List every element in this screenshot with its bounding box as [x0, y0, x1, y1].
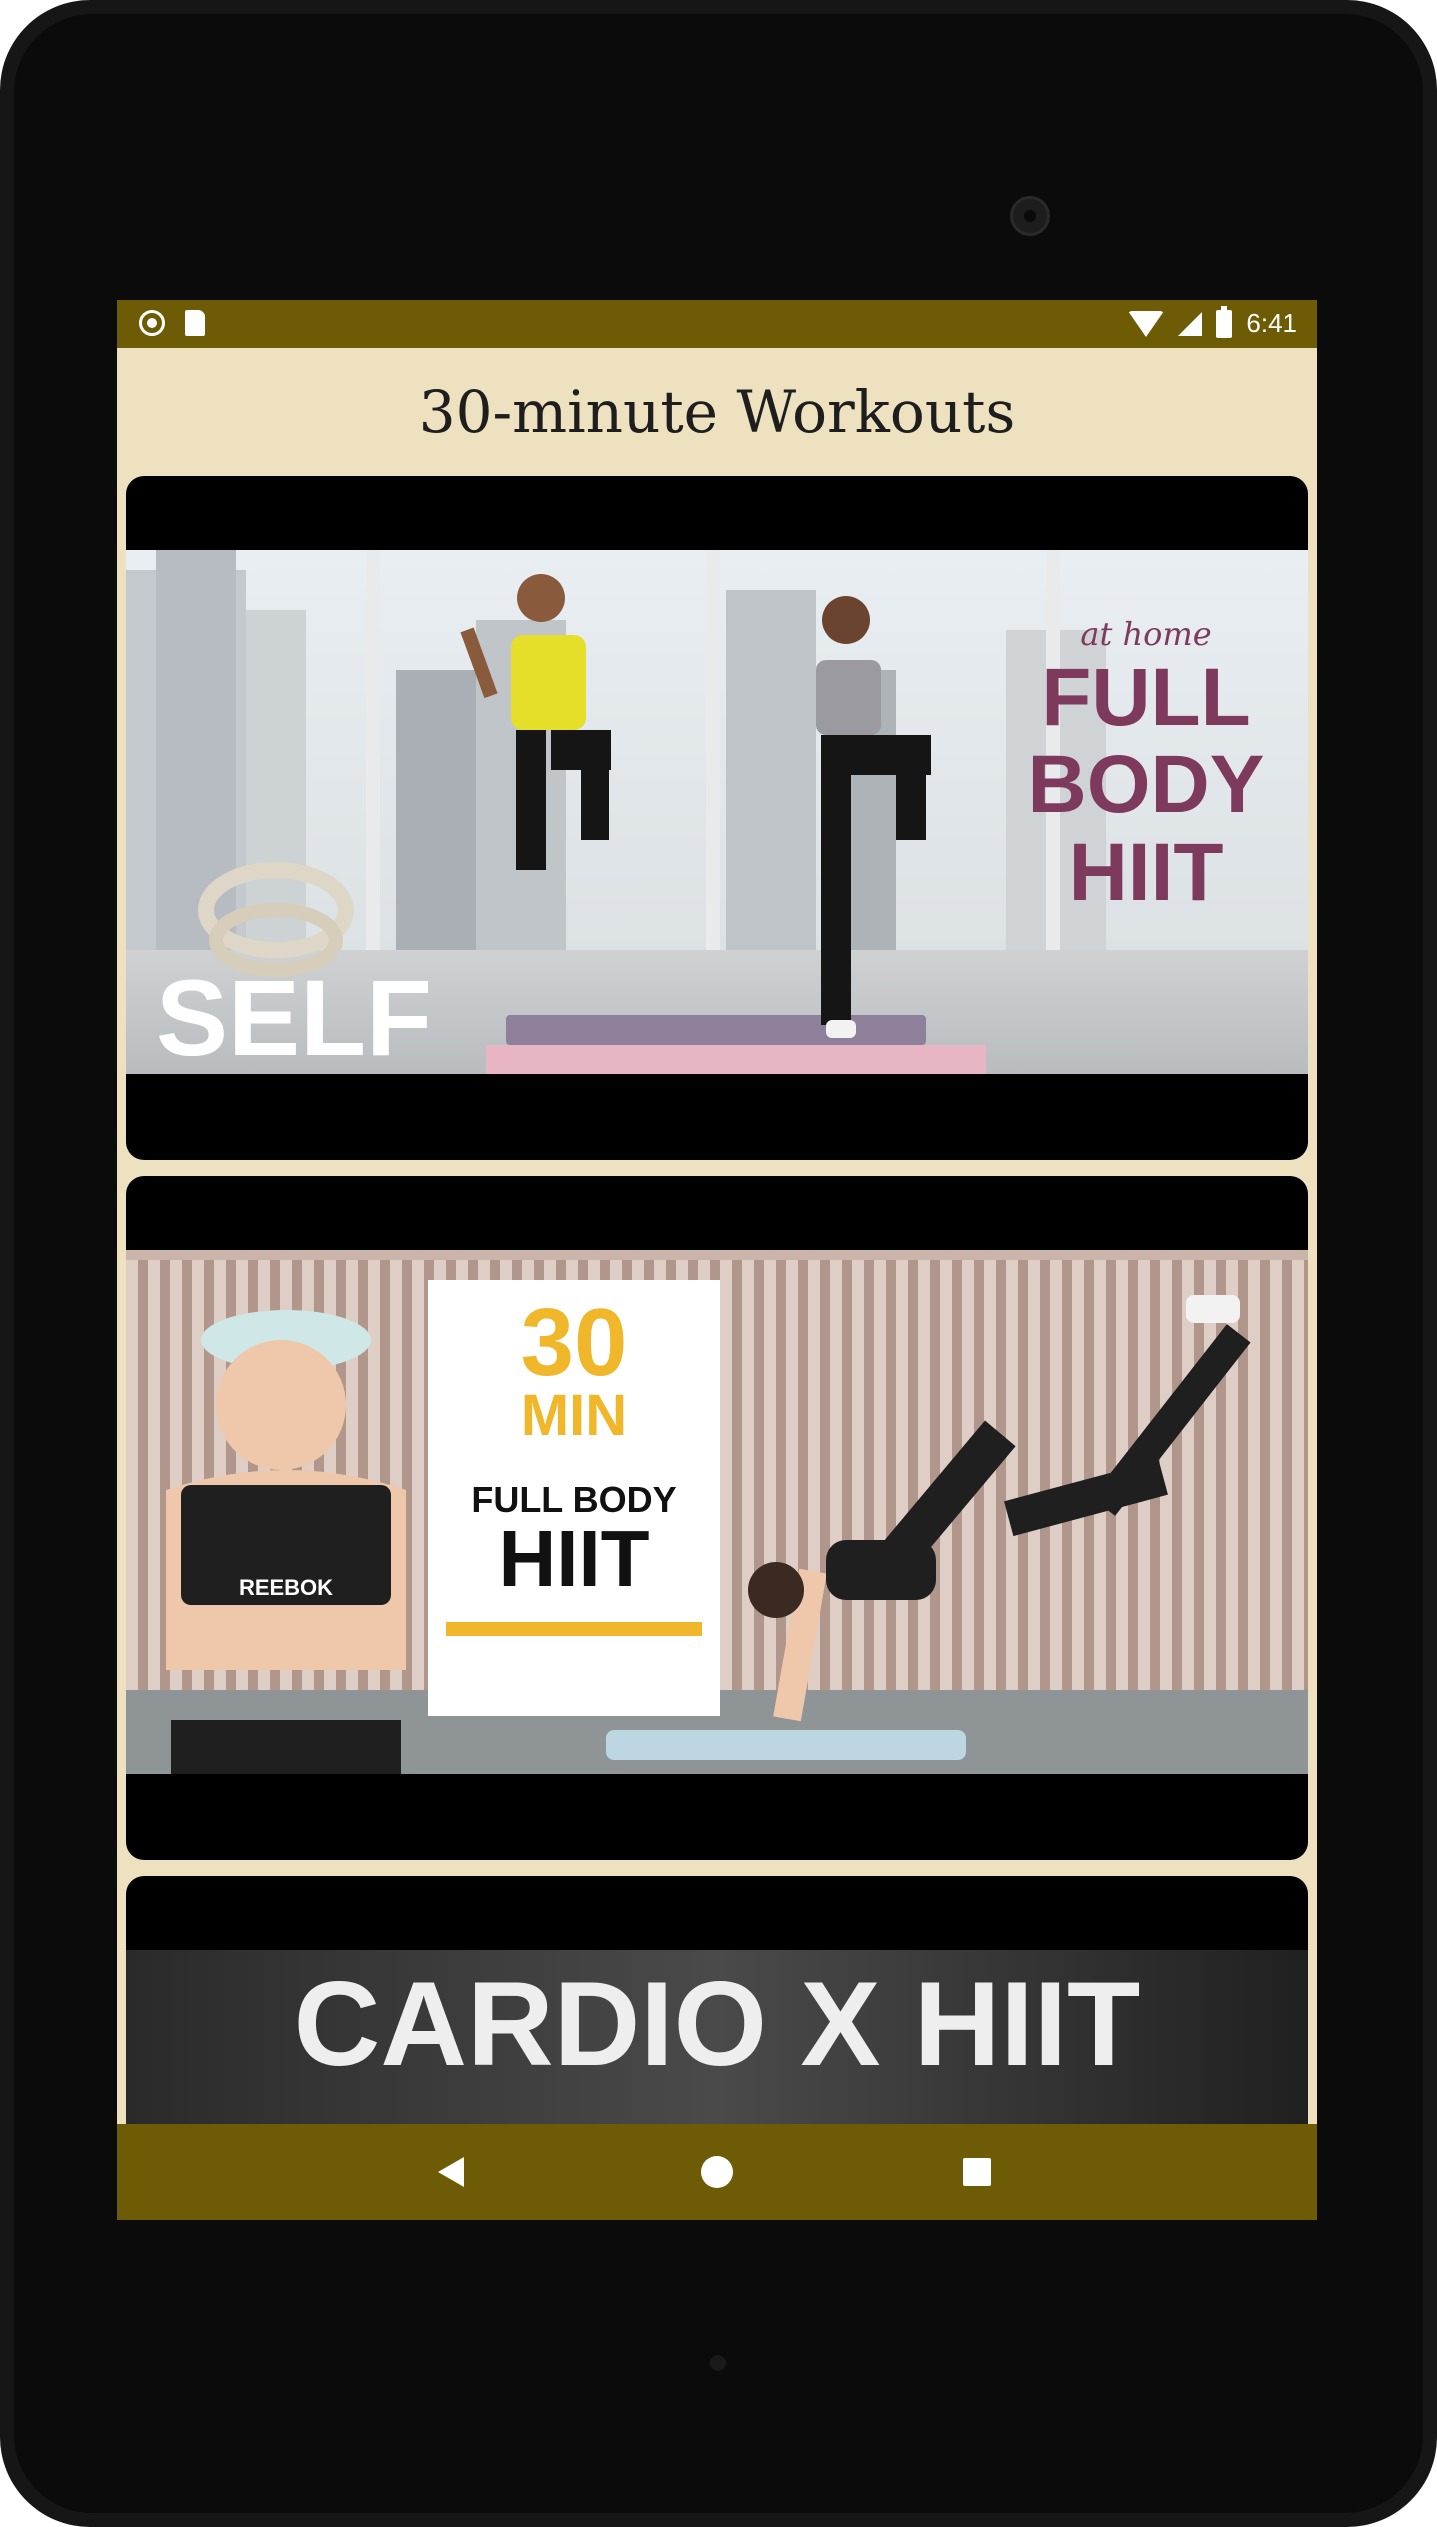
status-bar: 6:41	[117, 300, 1317, 348]
tablet-frame: 6:41 30-minute Workouts at home FULL BOD…	[0, 0, 1437, 2527]
thumbnail-title: CARDIO X HIIT	[294, 1957, 1141, 2091]
apparel-text: REEBOK	[239, 1575, 333, 1600]
thumbnail-number: 30	[521, 1289, 628, 1396]
thumbnail-brand: SELF	[156, 957, 432, 1074]
workout-list[interactable]: at home FULL BODY HIIT SELF REEBOK 30 MI…	[126, 476, 1308, 2124]
back-button[interactable]	[429, 2150, 473, 2194]
workout-card-full-body-hiit[interactable]: at home FULL BODY HIIT SELF	[126, 476, 1308, 1160]
home-button[interactable]	[695, 2150, 739, 2194]
signal-icon	[1178, 311, 1203, 336]
page-title: 30-minute Workouts	[418, 378, 1016, 446]
workout-thumbnail[interactable]: at home FULL BODY HIIT SELF	[126, 550, 1308, 1074]
record-icon	[139, 310, 165, 336]
workout-thumbnail[interactable]: CARDIO X HIIT	[126, 1950, 1308, 2124]
app-screen: 6:41 30-minute Workouts at home FULL BOD…	[117, 300, 1317, 2220]
sd-card-icon	[185, 310, 205, 336]
thumbnail-title-line2: HIIT	[498, 1514, 649, 1603]
home-icon	[701, 2156, 733, 2188]
front-camera	[1010, 196, 1050, 236]
workout-card-cardio-hiit[interactable]: CARDIO X HIIT	[126, 1876, 1308, 2124]
workout-card-30-min-hiit[interactable]: REEBOK 30 MIN FULL BODY HIIT	[126, 1176, 1308, 1860]
recents-icon	[963, 2158, 991, 2186]
workout-thumbnail[interactable]: REEBOK 30 MIN FULL BODY HIIT	[126, 1250, 1308, 1774]
status-clock: 6:41	[1246, 308, 1297, 338]
battery-icon	[1216, 305, 1233, 338]
thumbnail-subtitle: at home	[1080, 615, 1211, 653]
wifi-icon	[1128, 310, 1165, 337]
thumbnail-title-line3: HIIT	[1069, 827, 1224, 918]
recents-button[interactable]	[955, 2150, 999, 2194]
device-sensor	[710, 2355, 726, 2371]
thumbnail-title-line2: BODY	[1028, 739, 1265, 830]
thumbnail-title-line1: FULL	[1041, 652, 1250, 743]
back-icon	[438, 2157, 464, 2187]
navigation-bar	[117, 2124, 1317, 2220]
thumbnail-unit: MIN	[521, 1383, 627, 1448]
